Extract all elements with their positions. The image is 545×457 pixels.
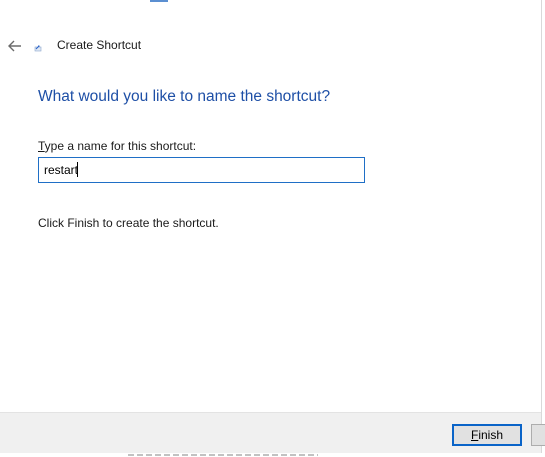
taskbar-edge [0,453,545,457]
wizard-title: Create Shortcut [57,38,142,52]
label-text: ype a name for this shortcut: [44,139,197,153]
background-text-sliver [128,454,318,456]
page-heading: What would you like to name the shortcut… [38,88,331,105]
text-caret [77,162,78,177]
shortcut-wizard-icon [34,45,42,52]
wizard-footer: Finish [0,412,545,457]
create-shortcut-window: Create Shortcut What would you like to n… [0,0,545,457]
finish-hint: Click Finish to create the shortcut. [38,216,219,230]
shortcut-name-input[interactable] [38,157,365,183]
finish-button[interactable]: Finish [452,424,522,446]
wizard-header: Create Shortcut [0,34,540,58]
window-right-border [541,0,542,457]
finish-label: inish [478,428,504,442]
top-edge-accent [150,0,168,2]
back-button[interactable] [4,34,26,58]
label-access-key: T [38,139,45,153]
arrow-left-icon [8,40,21,52]
finish-access-key: F [470,428,479,442]
shortcut-name-label: Type a name for this shortcut: [38,139,196,153]
window-top-edge [0,0,545,3]
cancel-button[interactable] [531,424,545,446]
